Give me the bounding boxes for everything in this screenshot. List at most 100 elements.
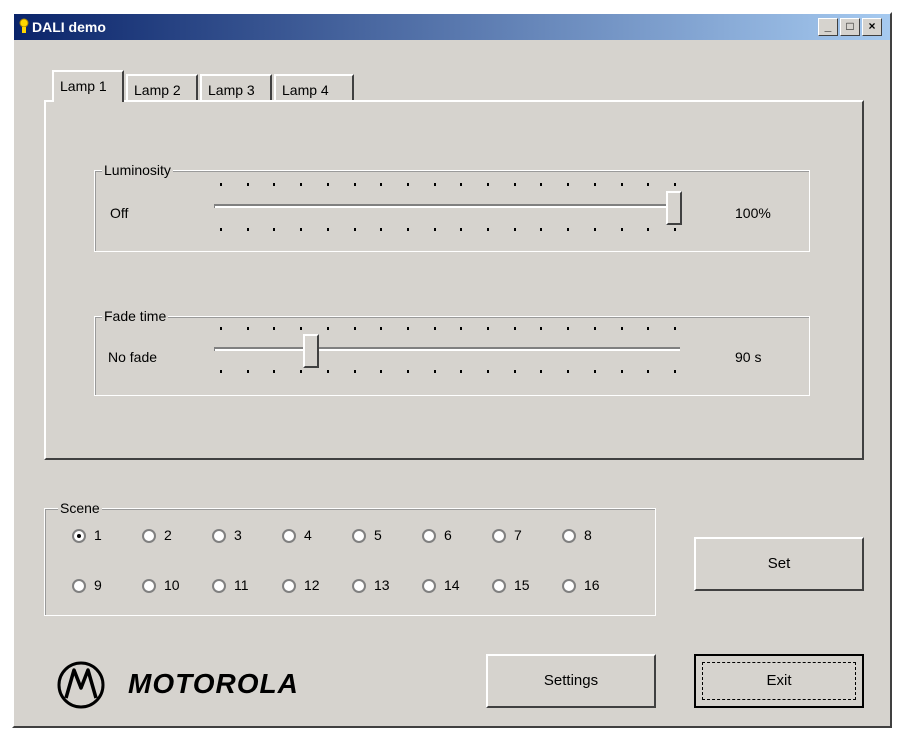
scene-radio-label: 7	[514, 527, 522, 543]
fade-time-label: Fade time	[102, 308, 169, 324]
slider-tick	[647, 183, 650, 186]
scene-radio-1[interactable]	[72, 529, 86, 543]
slider-tick	[567, 228, 570, 231]
slider-tick	[487, 327, 490, 330]
slider-tick	[620, 183, 623, 186]
slider-tick	[487, 183, 490, 186]
slider-tick	[246, 327, 249, 330]
scene-radio-label: 4	[304, 527, 312, 543]
scene-radio-5[interactable]	[352, 529, 366, 543]
slider-tick	[353, 183, 356, 186]
slider-tick	[647, 370, 650, 373]
slider-tick	[460, 183, 463, 186]
slider-tick	[674, 370, 676, 373]
exit-button[interactable]: Exit	[694, 654, 864, 708]
slider-tick	[567, 370, 570, 373]
slider-tick	[460, 228, 463, 231]
slider-tick	[513, 228, 516, 231]
slider-tick	[513, 370, 516, 373]
scene-radio-2[interactable]	[142, 529, 156, 543]
slider-tick	[540, 183, 543, 186]
scene-radio-13[interactable]	[352, 579, 366, 593]
scene-radio-7[interactable]	[492, 529, 506, 543]
slider-tick	[353, 327, 356, 330]
slider-tick	[487, 370, 490, 373]
slider-tick	[433, 183, 436, 186]
slider-tick	[567, 327, 570, 330]
scene-radio-8[interactable]	[562, 529, 576, 543]
slider-tick	[540, 228, 543, 231]
fade-time-group	[94, 316, 810, 396]
luminosity-track	[214, 204, 680, 208]
scene-radio-label: 16	[584, 577, 600, 593]
slider-tick	[220, 228, 222, 231]
slider-tick	[326, 327, 329, 330]
slider-tick	[487, 228, 490, 231]
scene-radio-6[interactable]	[422, 529, 436, 543]
scene-radio-16[interactable]	[562, 579, 576, 593]
tab-lamp-3[interactable]: Lamp 3	[200, 74, 272, 102]
slider-tick	[460, 370, 463, 373]
scene-radio-label: 13	[374, 577, 390, 593]
scene-radio-15[interactable]	[492, 579, 506, 593]
tab-lamp-4[interactable]: Lamp 4	[274, 74, 354, 102]
scene-radio-11[interactable]	[212, 579, 226, 593]
scene-radio-label: 8	[584, 527, 592, 543]
scene-radio-14[interactable]	[422, 579, 436, 593]
slider-tick	[300, 370, 303, 373]
slider-tick	[406, 370, 409, 373]
set-button[interactable]: Set	[694, 537, 864, 591]
scene-radio-3[interactable]	[212, 529, 226, 543]
fade-time-value: 90 s	[735, 349, 762, 365]
scene-radio-12[interactable]	[282, 579, 296, 593]
slider-tick	[220, 370, 222, 373]
slider-tick	[593, 327, 596, 330]
tab-lamp-1[interactable]: Lamp 1	[52, 70, 124, 102]
fade-time-min-label: No fade	[108, 349, 158, 365]
slider-tick	[273, 183, 276, 186]
close-button[interactable]: ×	[862, 18, 882, 36]
title-bar[interactable]	[14, 14, 890, 40]
slider-tick	[406, 183, 409, 186]
luminosity-slider[interactable]	[666, 191, 682, 225]
slider-tick	[273, 228, 276, 231]
luminosity-value: 100%	[735, 205, 771, 221]
scene-radio-9[interactable]	[72, 579, 86, 593]
tab-lamp-2[interactable]: Lamp 2	[126, 74, 198, 102]
slider-tick	[220, 327, 222, 330]
scene-radio-label: 11	[234, 577, 249, 593]
slider-tick	[567, 183, 570, 186]
fade-time-slider[interactable]	[302, 334, 319, 368]
slider-tick	[246, 370, 249, 373]
slider-tick	[513, 183, 516, 186]
scene-radio-label: 1	[94, 527, 102, 543]
slider-tick	[380, 183, 383, 186]
slider-tick	[246, 183, 249, 186]
slider-tick	[246, 228, 249, 231]
slider-tick	[433, 228, 436, 231]
maximize-button[interactable]: □	[840, 18, 860, 36]
slider-tick	[620, 370, 623, 373]
slider-tick	[406, 327, 409, 330]
luminosity-group	[94, 170, 810, 252]
slider-tick	[620, 228, 623, 231]
scene-radio-10[interactable]	[142, 579, 156, 593]
slider-tick	[433, 327, 436, 330]
settings-button[interactable]: Settings	[486, 654, 656, 708]
window-title: DALI demo	[32, 19, 106, 35]
motorola-logo-icon	[57, 661, 105, 709]
scene-radio-label: 9	[94, 577, 102, 593]
slider-tick	[300, 327, 303, 330]
slider-tick	[273, 327, 276, 330]
fade-time-track	[214, 347, 680, 351]
slider-tick	[273, 370, 276, 373]
slider-tick	[326, 183, 329, 186]
slider-tick	[674, 228, 676, 231]
scene-label: Scene	[58, 500, 102, 516]
slider-tick	[433, 370, 436, 373]
scene-radio-label: 2	[164, 527, 172, 543]
slider-tick	[647, 327, 650, 330]
scene-radio-label: 14	[444, 577, 460, 593]
minimize-button[interactable]: _	[818, 18, 838, 36]
scene-radio-4[interactable]	[282, 529, 296, 543]
